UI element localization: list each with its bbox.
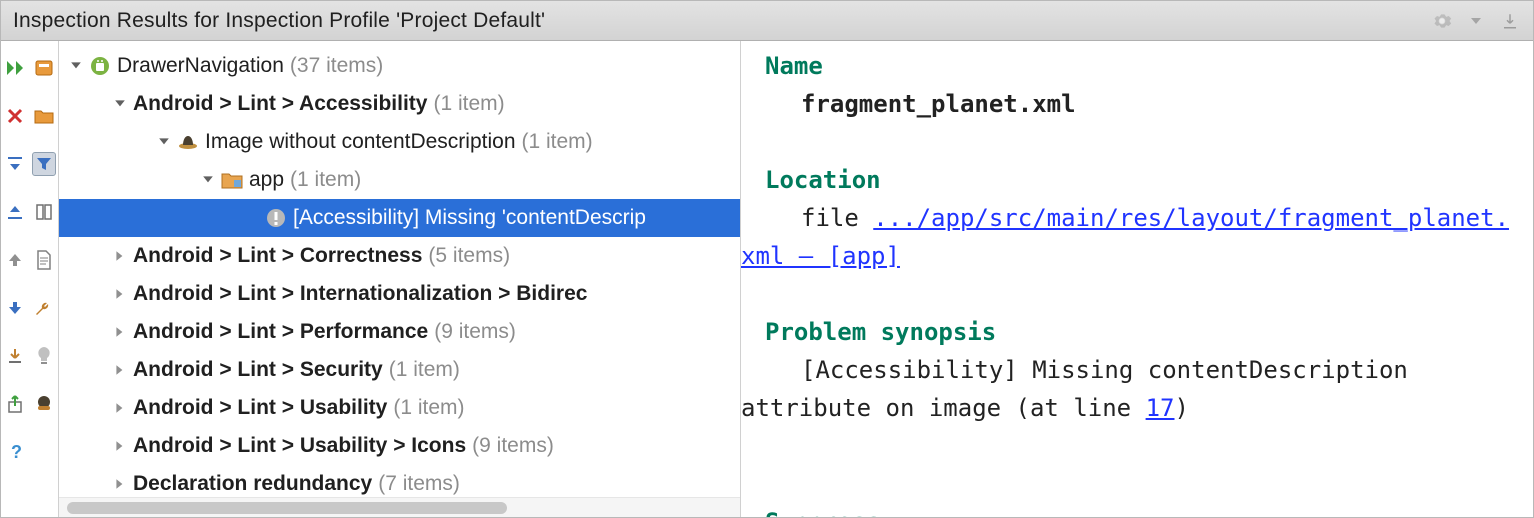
up-arrow-icon[interactable]: [3, 248, 27, 272]
tree-count: (9 items): [434, 320, 516, 344]
tree-label: app: [249, 168, 284, 192]
tree-category-performance[interactable]: Android > Lint > Performance (9 items): [59, 313, 740, 351]
group-by-icon[interactable]: [32, 56, 56, 80]
horizontal-scrollbar[interactable]: [59, 497, 740, 517]
gear-icon[interactable]: [1431, 10, 1453, 32]
chevron-down-icon[interactable]: [201, 173, 215, 187]
tree-issue-selected[interactable]: [Accessibility] Missing 'contentDescrip: [59, 199, 740, 237]
detail-pane: Name fragment_planet.xml Location file .…: [741, 41, 1533, 517]
chevron-right-icon[interactable]: [113, 325, 127, 339]
tree-label: Declaration redundancy: [133, 472, 372, 496]
chevron-down-icon[interactable]: [113, 97, 127, 111]
file-name: fragment_planet.xml: [801, 90, 1076, 118]
tree-count: (1 item): [389, 358, 460, 382]
folder-icon[interactable]: [32, 104, 56, 128]
file-word: file: [801, 204, 859, 232]
line-link[interactable]: 17: [1146, 394, 1175, 422]
help-icon[interactable]: ?: [3, 440, 27, 464]
tree-category-correctness[interactable]: Android > Lint > Correctness (5 items): [59, 237, 740, 275]
synopsis-text-3: ): [1175, 394, 1189, 422]
tree-label: Android > Lint > Usability > Icons: [133, 434, 466, 458]
tree-category-accessibility[interactable]: Android > Lint > Accessibility (1 item): [59, 85, 740, 123]
body: ? DrawerNavigation (37 items): [1, 41, 1533, 517]
filter-icon[interactable]: [32, 152, 56, 176]
section-suppress: Suppress: [765, 503, 1523, 517]
tree-count: (9 items): [472, 434, 554, 458]
bulb-icon[interactable]: [32, 344, 56, 368]
tree-category-usability-icons[interactable]: Android > Lint > Usability > Icons (9 it…: [59, 427, 740, 465]
tree-count: (1 item): [290, 168, 361, 192]
tree-label: Android > Lint > Performance: [133, 320, 428, 344]
chevron-right-icon[interactable]: [113, 363, 127, 377]
tree-category-i18n[interactable]: Android > Lint > Internationalization > …: [59, 275, 740, 313]
export-up-icon[interactable]: [3, 392, 27, 416]
tree-module-app[interactable]: app (1 item): [59, 161, 740, 199]
section-synopsis: Problem synopsis: [765, 313, 1523, 351]
tree-rule-image[interactable]: Image without contentDescription (1 item…: [59, 123, 740, 161]
chevron-right-icon[interactable]: [113, 401, 127, 415]
titlebar: Inspection Results for Inspection Profil…: [1, 1, 1533, 41]
inspector-icon[interactable]: [32, 392, 56, 416]
module-folder-icon: [221, 169, 243, 191]
tree-label: Android > Lint > Accessibility: [133, 92, 427, 116]
chevron-down-icon[interactable]: [69, 59, 83, 73]
tree-root[interactable]: DrawerNavigation (37 items): [59, 47, 740, 85]
android-icon: [89, 55, 111, 77]
export-icon[interactable]: [1499, 10, 1521, 32]
tree-count: (37 items): [290, 54, 383, 78]
window-title: Inspection Results for Inspection Profil…: [13, 9, 545, 33]
chevron-down-icon[interactable]: [157, 135, 171, 149]
chevron-right-icon[interactable]: [113, 439, 127, 453]
dropdown-arrow-icon[interactable]: [1465, 10, 1487, 32]
chevron-right-icon[interactable]: [113, 249, 127, 263]
tree-label: Image without contentDescription: [205, 130, 516, 154]
import-icon[interactable]: [3, 344, 27, 368]
scrollbar-thumb[interactable]: [67, 502, 507, 514]
tree-count: (7 items): [378, 472, 460, 496]
toolbar: ?: [1, 41, 59, 517]
tree-root-label: DrawerNavigation: [117, 54, 284, 78]
warning-icon: [265, 207, 287, 229]
inspector-hat-icon: [177, 131, 199, 153]
section-location: Location: [765, 161, 1523, 199]
tree-count: (1 item): [522, 130, 593, 154]
preview-icon[interactable]: [32, 200, 56, 224]
document-icon[interactable]: [32, 248, 56, 272]
tree-category-security[interactable]: Android > Lint > Security (1 item): [59, 351, 740, 389]
section-name: Name: [765, 47, 1523, 85]
issue-tree[interactable]: DrawerNavigation (37 items) Android > Li…: [59, 41, 740, 497]
chevron-right-icon[interactable]: [113, 287, 127, 301]
rerun-icon[interactable]: [3, 56, 27, 80]
tree-count: (1 item): [433, 92, 504, 116]
svg-text:?: ?: [11, 442, 22, 462]
tree-label: Android > Lint > Security: [133, 358, 383, 382]
tree-label: Android > Lint > Correctness: [133, 244, 422, 268]
tree-label: Android > Lint > Usability: [133, 396, 387, 420]
collapse-down-icon[interactable]: [3, 200, 27, 224]
tree-category-usability[interactable]: Android > Lint > Usability (1 item): [59, 389, 740, 427]
tree-label: Android > Lint > Internationalization > …: [133, 282, 587, 306]
synopsis-text-2: attribute on image (at line: [741, 394, 1131, 422]
chevron-right-icon[interactable]: [113, 477, 127, 491]
tree-category-declaration-redundancy[interactable]: Declaration redundancy (7 items): [59, 465, 740, 497]
collapse-up-icon[interactable]: [3, 152, 27, 176]
inspection-results-window: Inspection Results for Inspection Profil…: [0, 0, 1534, 518]
wrench-icon[interactable]: [32, 296, 56, 320]
down-arrow-icon[interactable]: [3, 296, 27, 320]
tree-pane: DrawerNavigation (37 items) Android > Li…: [59, 41, 741, 517]
tree-label: [Accessibility] Missing 'contentDescrip: [293, 206, 646, 230]
tree-count: (5 items): [428, 244, 510, 268]
synopsis-text-1: [Accessibility] Missing contentDescripti…: [801, 356, 1408, 384]
spacer: [32, 440, 56, 464]
close-icon[interactable]: [3, 104, 27, 128]
tree-count: (1 item): [393, 396, 464, 420]
